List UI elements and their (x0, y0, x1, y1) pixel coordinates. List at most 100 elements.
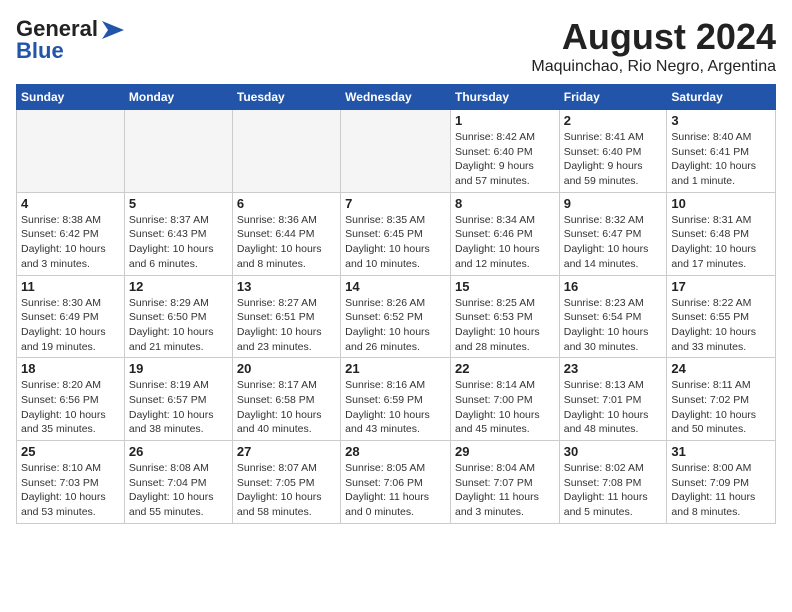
day-info: Sunrise: 8:38 AMSunset: 6:42 PMDaylight:… (21, 213, 120, 272)
calendar-cell (17, 110, 125, 193)
calendar-cell: 1 Sunrise: 8:42 AMSunset: 6:40 PMDaylight… (450, 110, 559, 193)
day-info: Sunrise: 8:31 AMSunset: 6:48 PMDaylight:… (671, 213, 771, 272)
day-number: 19 (129, 361, 228, 376)
calendar-cell: 24Sunrise: 8:11 AMSunset: 7:02 PMDayligh… (667, 358, 776, 441)
calendar-cell: 7 Sunrise: 8:35 AMSunset: 6:45 PMDaylight… (341, 192, 451, 275)
calendar-table: SundayMondayTuesdayWednesdayThursdayFrid… (16, 84, 776, 524)
day-number: 2 (564, 113, 663, 128)
day-number: 6 (237, 196, 336, 211)
day-info: Sunrise: 8:04 AMSunset: 7:07 PMDaylight:… (455, 461, 555, 520)
calendar-header-sunday: Sunday (17, 85, 125, 110)
calendar-cell: 23 Sunrise: 8:13 AMSunset: 7:01 PMDayligh… (559, 358, 667, 441)
day-number: 11 (21, 279, 120, 294)
title-block: August 2024 Maquinchao, Rio Negro, Argen… (531, 16, 776, 76)
day-info: Sunrise: 8:26 AMSunset: 6:52 PMDaylight:… (345, 296, 446, 355)
day-number: 22 (455, 361, 555, 376)
calendar-cell: 30 Sunrise: 8:02 AMSunset: 7:08 PMDayligh… (559, 441, 667, 524)
page-title: August 2024 (531, 16, 776, 58)
day-info: Sunrise: 8:35 AMSunset: 6:45 PMDaylight:… (345, 213, 446, 272)
calendar-header-friday: Friday (559, 85, 667, 110)
day-info: Sunrise: 8:34 AMSunset: 6:46 PMDaylight:… (455, 213, 555, 272)
day-number: 13 (237, 279, 336, 294)
calendar-week-2: 4 Sunrise: 8:38 AMSunset: 6:42 PMDaylight… (17, 192, 776, 275)
day-number: 18 (21, 361, 120, 376)
day-number: 25 (21, 444, 120, 459)
calendar-cell: 28Sunrise: 8:05 AMSunset: 7:06 PMDayligh… (341, 441, 451, 524)
day-number: 7 (345, 196, 446, 211)
calendar-cell: 25Sunrise: 8:10 AMSunset: 7:03 PMDayligh… (17, 441, 125, 524)
calendar-cell: 16 Sunrise: 8:23 AMSunset: 6:54 PMDayligh… (559, 275, 667, 358)
logo: General Blue (16, 16, 124, 64)
calendar-cell: 15Sunrise: 8:25 AMSunset: 6:53 PMDayligh… (450, 275, 559, 358)
day-number: 12 (129, 279, 228, 294)
calendar-cell: 3 Sunrise: 8:40 AMSunset: 6:41 PMDaylight… (667, 110, 776, 193)
calendar-header-row: SundayMondayTuesdayWednesdayThursdayFrid… (17, 85, 776, 110)
day-info: Sunrise: 8:07 AMSunset: 7:05 PMDaylight:… (237, 461, 336, 520)
calendar-cell: 31 Sunrise: 8:00 AMSunset: 7:09 PMDayligh… (667, 441, 776, 524)
calendar-cell: 21Sunrise: 8:16 AMSunset: 6:59 PMDayligh… (341, 358, 451, 441)
calendar-header-monday: Monday (124, 85, 232, 110)
calendar-cell: 22 Sunrise: 8:14 AMSunset: 7:00 PMDayligh… (450, 358, 559, 441)
day-number: 26 (129, 444, 228, 459)
calendar-cell: 17Sunrise: 8:22 AMSunset: 6:55 PMDayligh… (667, 275, 776, 358)
day-info: Sunrise: 8:41 AMSunset: 6:40 PMDaylight:… (564, 130, 663, 189)
day-number: 3 (671, 113, 771, 128)
day-info: Sunrise: 8:02 AMSunset: 7:08 PMDaylight:… (564, 461, 663, 520)
day-info: Sunrise: 8:08 AMSunset: 7:04 PMDaylight:… (129, 461, 228, 520)
day-number: 14 (345, 279, 446, 294)
calendar-cell: 20 Sunrise: 8:17 AMSunset: 6:58 PMDayligh… (232, 358, 340, 441)
calendar-cell: 27 Sunrise: 8:07 AMSunset: 7:05 PMDayligh… (232, 441, 340, 524)
day-info: Sunrise: 8:40 AMSunset: 6:41 PMDaylight:… (671, 130, 771, 189)
calendar-cell: 18Sunrise: 8:20 AMSunset: 6:56 PMDayligh… (17, 358, 125, 441)
day-info: Sunrise: 8:11 AMSunset: 7:02 PMDaylight:… (671, 378, 771, 437)
day-info: Sunrise: 8:32 AMSunset: 6:47 PMDaylight:… (564, 213, 663, 272)
calendar-cell: 4 Sunrise: 8:38 AMSunset: 6:42 PMDaylight… (17, 192, 125, 275)
day-info: Sunrise: 8:14 AMSunset: 7:00 PMDaylight:… (455, 378, 555, 437)
logo-blue: Blue (16, 38, 64, 64)
day-number: 29 (455, 444, 555, 459)
calendar-header-tuesday: Tuesday (232, 85, 340, 110)
day-number: 27 (237, 444, 336, 459)
calendar-header-wednesday: Wednesday (341, 85, 451, 110)
day-number: 15 (455, 279, 555, 294)
day-info: Sunrise: 8:17 AMSunset: 6:58 PMDaylight:… (237, 378, 336, 437)
calendar-cell: 29 Sunrise: 8:04 AMSunset: 7:07 PMDayligh… (450, 441, 559, 524)
day-number: 31 (671, 444, 771, 459)
day-number: 16 (564, 279, 663, 294)
calendar-cell: 6 Sunrise: 8:36 AMSunset: 6:44 PMDaylight… (232, 192, 340, 275)
calendar-cell (341, 110, 451, 193)
day-number: 23 (564, 361, 663, 376)
calendar-week-5: 25Sunrise: 8:10 AMSunset: 7:03 PMDayligh… (17, 441, 776, 524)
day-number: 9 (564, 196, 663, 211)
calendar-cell: 19Sunrise: 8:19 AMSunset: 6:57 PMDayligh… (124, 358, 232, 441)
calendar-cell: 10Sunrise: 8:31 AMSunset: 6:48 PMDayligh… (667, 192, 776, 275)
day-number: 4 (21, 196, 120, 211)
calendar-cell: 5 Sunrise: 8:37 AMSunset: 6:43 PMDaylight… (124, 192, 232, 275)
day-info: Sunrise: 8:36 AMSunset: 6:44 PMDaylight:… (237, 213, 336, 272)
calendar-cell: 12 Sunrise: 8:29 AMSunset: 6:50 PMDayligh… (124, 275, 232, 358)
calendar-cell: 11 Sunrise: 8:30 AMSunset: 6:49 PMDayligh… (17, 275, 125, 358)
day-info: Sunrise: 8:29 AMSunset: 6:50 PMDaylight:… (129, 296, 228, 355)
day-number: 20 (237, 361, 336, 376)
day-info: Sunrise: 8:42 AMSunset: 6:40 PMDaylight:… (455, 130, 555, 189)
page-subtitle: Maquinchao, Rio Negro, Argentina (531, 58, 776, 76)
logo-arrow-icon (102, 21, 124, 39)
day-number: 17 (671, 279, 771, 294)
day-info: Sunrise: 8:00 AMSunset: 7:09 PMDaylight:… (671, 461, 771, 520)
calendar-cell: 8Sunrise: 8:34 AMSunset: 6:46 PMDaylight… (450, 192, 559, 275)
day-number: 5 (129, 196, 228, 211)
calendar-cell (232, 110, 340, 193)
page-header: General Blue August 2024 Maquinchao, Rio… (16, 16, 776, 76)
calendar-cell: 14 Sunrise: 8:26 AMSunset: 6:52 PMDayligh… (341, 275, 451, 358)
day-info: Sunrise: 8:30 AMSunset: 6:49 PMDaylight:… (21, 296, 120, 355)
day-number: 30 (564, 444, 663, 459)
calendar-cell: 9 Sunrise: 8:32 AMSunset: 6:47 PMDaylight… (559, 192, 667, 275)
calendar-cell: 26 Sunrise: 8:08 AMSunset: 7:04 PMDayligh… (124, 441, 232, 524)
day-info: Sunrise: 8:23 AMSunset: 6:54 PMDaylight:… (564, 296, 663, 355)
calendar-header-saturday: Saturday (667, 85, 776, 110)
day-info: Sunrise: 8:27 AMSunset: 6:51 PMDaylight:… (237, 296, 336, 355)
day-info: Sunrise: 8:13 AMSunset: 7:01 PMDaylight:… (564, 378, 663, 437)
day-info: Sunrise: 8:37 AMSunset: 6:43 PMDaylight:… (129, 213, 228, 272)
calendar-week-4: 18Sunrise: 8:20 AMSunset: 6:56 PMDayligh… (17, 358, 776, 441)
day-number: 1 (455, 113, 555, 128)
